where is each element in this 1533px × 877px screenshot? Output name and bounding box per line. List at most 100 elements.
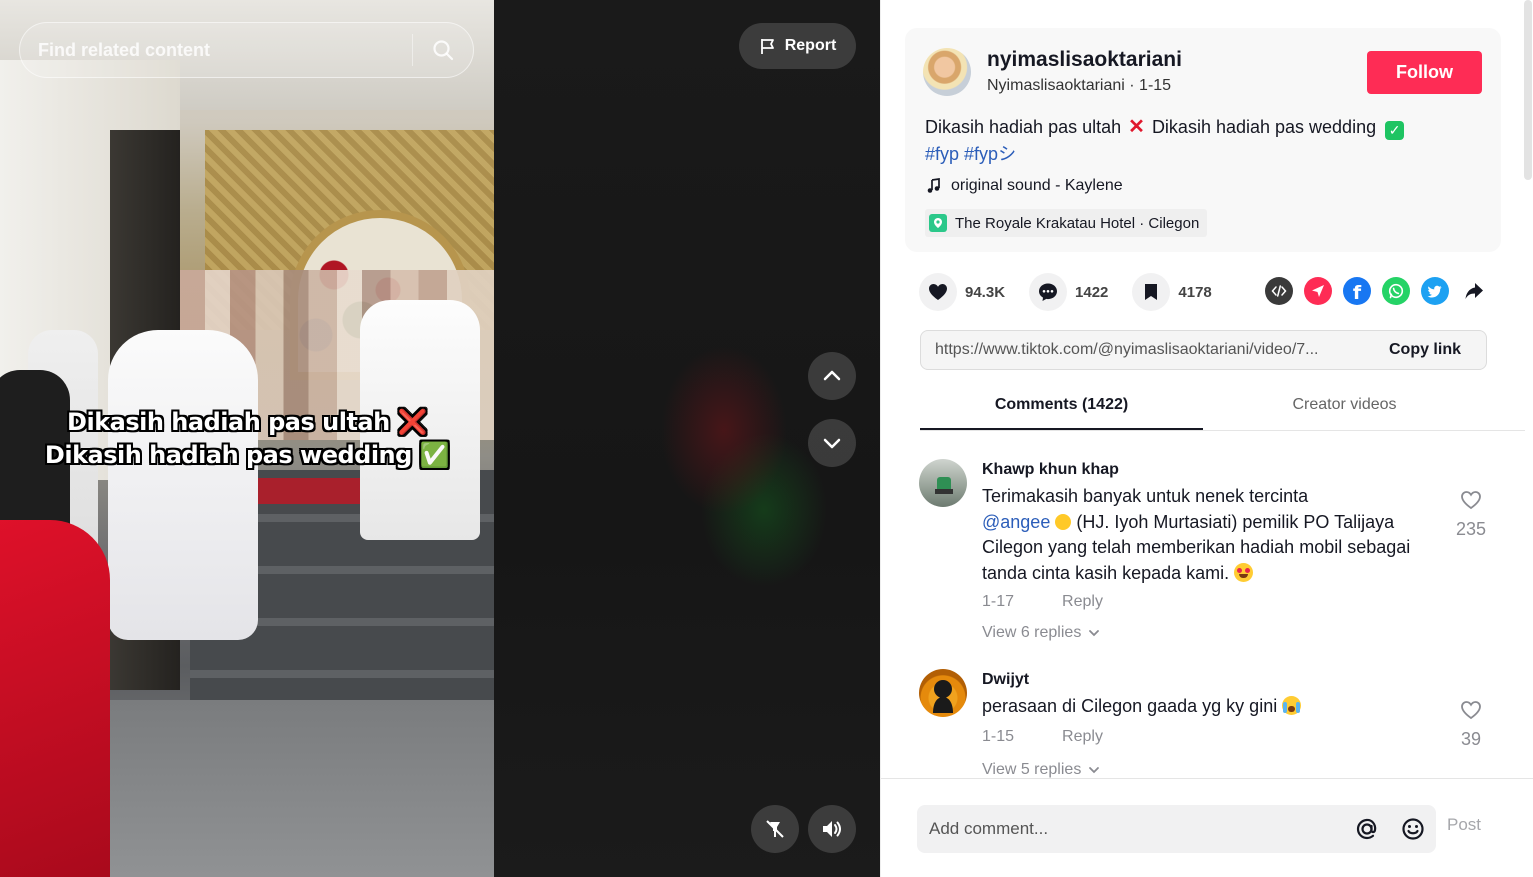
location-name: The Royale Krakatau Hotel · Cilegon	[955, 214, 1200, 232]
previous-video-button[interactable]	[808, 352, 856, 400]
flag-icon	[760, 39, 774, 54]
heart-outline-icon	[1461, 491, 1481, 510]
volume-icon	[823, 821, 841, 837]
like-count: 94.3K	[965, 283, 1006, 301]
bookmark-button[interactable]: 4178	[1132, 273, 1212, 311]
sound-link[interactable]: original sound - Kaylene	[925, 177, 1123, 195]
mention-link[interactable]: @angee	[982, 512, 1050, 532]
author-handle[interactable]: nyimaslisaoktariani	[987, 48, 1182, 72]
heart-eyes-emoji-icon	[1234, 562, 1254, 582]
comment-like-count: 39	[1460, 729, 1482, 749]
hashtag-fyp-2[interactable]: #fypシ	[964, 144, 1016, 164]
comment-text-line-1: Terimakasih banyak untuk nenek tercinta	[982, 486, 1309, 506]
scene-red-cloth	[0, 520, 110, 877]
comment-text: Terimakasih banyak untuk nenek tercinta …	[982, 484, 1442, 586]
post-caption: Dikasih hadiah pas ultah ✕ Dikasih hadia…	[925, 114, 1485, 168]
overlay-line-2: Dikasih hadiah pas wedding ✅	[44, 441, 450, 469]
author-avatar[interactable]	[923, 48, 971, 96]
whatsapp-icon[interactable]	[1382, 277, 1410, 305]
copy-link-button[interactable]: Copy link	[1364, 331, 1486, 369]
next-video-button[interactable]	[808, 419, 856, 467]
send-to-friends-icon[interactable]	[1304, 277, 1332, 305]
comment-count: 1422	[1075, 283, 1109, 301]
action-bar: 94.3K 1422 4178	[919, 272, 1236, 312]
comment-like-button[interactable]: 235	[1449, 488, 1493, 540]
chevron-up-icon	[823, 370, 841, 381]
report-button[interactable]: Report	[739, 23, 856, 69]
chevron-down-icon	[1089, 767, 1100, 774]
twitter-icon[interactable]	[1421, 277, 1449, 305]
share-link-url[interactable]: https://www.tiktok.com/@nyimaslisaoktari…	[921, 341, 1364, 359]
comment-text-body: perasaan di Cilegon gaada yg ky gini	[982, 696, 1278, 716]
caption-part-1: Dikasih hadiah pas ultah	[925, 117, 1122, 137]
follow-button[interactable]: Follow	[1367, 51, 1482, 94]
tab-creator-videos[interactable]: Creator videos	[1203, 384, 1486, 430]
sound-name: original sound - Kaylene	[951, 177, 1123, 194]
embed-code-icon[interactable]	[1265, 277, 1293, 305]
view-replies-label: View 5 replies	[982, 761, 1082, 778]
author-subline: Nyimaslisaoktariani · 1-15	[987, 77, 1172, 94]
bookmark-count: 4178	[1178, 283, 1212, 301]
comment-text: perasaan di Cilegon gaada yg ky gini	[982, 694, 1442, 720]
commenter-avatar[interactable]	[919, 459, 967, 507]
reply-button[interactable]: Reply	[1062, 728, 1103, 746]
details-panel: nyimaslisaoktariani Nyimaslisaoktariani …	[880, 0, 1533, 877]
float-pin-icon	[766, 820, 784, 838]
video-player[interactable]: Dikasih hadiah pas ultah ❌ Dikasih hadia…	[0, 0, 494, 877]
floating-player-button[interactable]	[751, 805, 799, 853]
view-replies-button[interactable]: View 6 replies	[982, 624, 1101, 642]
volume-button[interactable]	[808, 805, 856, 853]
comment-date: 1-17	[982, 593, 1015, 610]
like-button[interactable]: 94.3K	[919, 273, 1005, 311]
share-options: f	[1265, 277, 1488, 305]
overlay-line-1: Dikasih hadiah pas ultah ❌	[67, 408, 427, 436]
facebook-icon[interactable]: f	[1343, 277, 1371, 305]
search-bar	[19, 22, 474, 78]
comment-input-wrapper	[917, 805, 1436, 853]
panel-tabs: Comments (1422) Creator videos	[920, 384, 1525, 431]
post-info-card: nyimaslisaoktariani Nyimaslisaoktariani …	[905, 28, 1501, 252]
emoji-picker-icon[interactable]	[1390, 805, 1436, 853]
share-link-box: https://www.tiktok.com/@nyimaslisaoktari…	[920, 330, 1487, 370]
report-label: Report	[784, 37, 837, 54]
comment-bubble-icon	[1029, 273, 1068, 311]
chevron-down-icon	[1089, 630, 1100, 637]
search-input[interactable]	[20, 23, 412, 77]
video-text-overlay: Dikasih hadiah pas ultah ❌ Dikasih hadia…	[0, 406, 494, 472]
reply-button[interactable]: Reply	[1062, 593, 1103, 611]
comment-meta: 1-17 Reply	[982, 593, 1103, 611]
tab-comments[interactable]: Comments (1422)	[920, 384, 1203, 430]
commenter-avatar[interactable]	[919, 669, 967, 717]
bookmark-icon	[1132, 273, 1171, 311]
mention-at-icon[interactable]	[1344, 805, 1390, 853]
chick-emoji-icon	[1055, 513, 1072, 530]
music-note-icon	[927, 178, 940, 193]
scrollbar[interactable]	[1524, 0, 1532, 180]
commenter-name[interactable]: Dwijyt	[982, 671, 1029, 689]
comment-composer: Post	[881, 778, 1533, 877]
scene-bride	[108, 330, 258, 640]
heart-outline-icon	[1461, 701, 1481, 720]
commenter-name[interactable]: Khawp khun khap	[982, 461, 1119, 479]
heart-icon	[919, 273, 957, 311]
comment-like-button[interactable]: 39	[1449, 698, 1493, 750]
comment-date: 1-15	[982, 728, 1015, 745]
chevron-down-icon	[823, 438, 841, 449]
search-button[interactable]	[413, 23, 473, 77]
search-icon	[433, 40, 454, 61]
video-panel: Dikasih hadiah pas ultah ❌ Dikasih hadia…	[0, 0, 880, 877]
view-replies-label: View 6 replies	[982, 624, 1082, 641]
post-comment-button[interactable]: Post	[1447, 815, 1481, 835]
comment-item: Dwijyt perasaan di Cilegon gaada yg ky g…	[919, 665, 1499, 785]
comment-item: Khawp khun khap Terimakasih banyak untuk…	[919, 455, 1499, 650]
location-chip[interactable]: The Royale Krakatau Hotel · Cilegon	[925, 209, 1208, 237]
comment-button[interactable]: 1422	[1029, 273, 1108, 311]
location-pin-icon	[929, 214, 947, 232]
caption-part-2: Dikasih hadiah pas wedding	[1151, 117, 1377, 137]
view-replies-button[interactable]: View 5 replies	[982, 761, 1101, 779]
hashtag-fyp[interactable]: #fyp	[925, 144, 959, 164]
comment-like-count: 235	[1455, 519, 1487, 539]
comment-input[interactable]	[917, 805, 1344, 853]
share-arrow-icon[interactable]	[1460, 277, 1488, 305]
crying-emoji-icon	[1282, 696, 1302, 715]
